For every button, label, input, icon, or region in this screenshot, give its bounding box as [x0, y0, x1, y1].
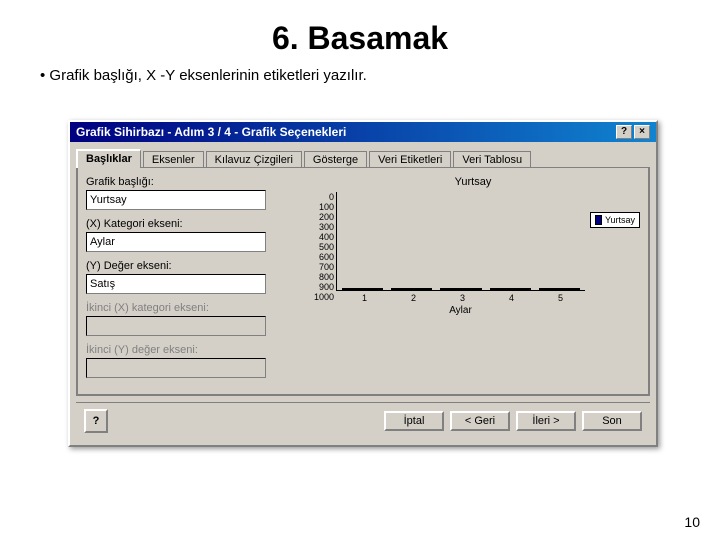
help-titlebar-button[interactable]: ?	[616, 125, 632, 139]
legend-label: Yurtsay	[605, 215, 635, 225]
bar-1	[342, 288, 383, 290]
bar-group-1	[342, 288, 383, 290]
chart-title-label: Grafik başlığı:	[86, 176, 296, 188]
next-button[interactable]: İleri >	[516, 411, 576, 431]
form-panel: Grafik başlığı: (X) Kategori ekseni: (Y)…	[86, 176, 640, 386]
chart-bars	[337, 192, 585, 290]
x-label-1: 1	[362, 293, 367, 303]
chart-outer: 1000 900 800 700 600 500 400 300 200 100	[306, 192, 640, 316]
x-label-2: 2	[411, 293, 416, 303]
tab-panel: Grafik başlığı: (X) Kategori ekseni: (Y)…	[76, 167, 650, 396]
cancel-button[interactable]: İptal	[384, 411, 444, 431]
help-button[interactable]: ?	[84, 409, 108, 433]
chart-preview: Yurtsay 1000 900 800 700 600 500	[306, 176, 640, 386]
back-button[interactable]: < Geri	[450, 411, 510, 431]
chart-preview-title: Yurtsay	[455, 176, 492, 188]
footer-left: ?	[84, 409, 108, 433]
chart-plot	[336, 192, 585, 291]
bar-group-4	[490, 288, 531, 290]
secondary-y-input[interactable]	[86, 358, 266, 378]
page-title: 6. Basamak	[0, 0, 720, 67]
chart-y-axis: 1000 900 800 700 600 500 400 300 200 100	[306, 192, 334, 316]
x-category-input[interactable]	[86, 232, 266, 252]
dialog-window: Grafik Sihirbazı - Adım 3 / 4 - Grafik S…	[68, 120, 658, 447]
finish-button[interactable]: Son	[582, 411, 642, 431]
chart-x-axis-label: Aylar	[336, 305, 585, 316]
legend-color-box	[595, 215, 602, 225]
chart-title-group: Grafik başlığı:	[86, 176, 296, 210]
dialog-content: Başlıklar Eksenler Kılavuz Çizgileri Gös…	[70, 142, 656, 445]
x-label-3: 3	[460, 293, 465, 303]
page-number: 10	[684, 514, 700, 530]
dialog-titlebar: Grafik Sihirbazı - Adım 3 / 4 - Grafik S…	[70, 122, 656, 142]
secondary-x-group: İkinci (X) kategori ekseni:	[86, 302, 296, 336]
bar-4	[490, 288, 531, 290]
bar-group-5	[539, 288, 580, 290]
footer-right: İptal < Geri İleri > Son	[384, 411, 642, 431]
tab-veri-etiketleri[interactable]: Veri Etiketleri	[369, 151, 451, 168]
x-category-group: (X) Kategori ekseni:	[86, 218, 296, 252]
secondary-y-group: İkinci (Y) değer ekseni:	[86, 344, 296, 378]
tab-eksenler[interactable]: Eksenler	[143, 151, 204, 168]
dialog-title-text: Grafik Sihirbazı - Adım 3 / 4 - Grafik S…	[76, 125, 346, 139]
chart-title-input[interactable]	[86, 190, 266, 210]
secondary-x-label: İkinci (X) kategori ekseni:	[86, 302, 296, 314]
x-label-5: 5	[558, 293, 563, 303]
chart-legend: Yurtsay	[590, 212, 640, 228]
dialog-footer: ? İptal < Geri İleri > Son	[76, 402, 650, 439]
bar-group-3	[440, 288, 481, 290]
tabs-row: Başlıklar Eksenler Kılavuz Çizgileri Gös…	[76, 148, 650, 167]
tab-gosterge[interactable]: Gösterge	[304, 151, 367, 168]
bar-group-2	[391, 288, 432, 290]
y-value-group: (Y) Değer ekseni:	[86, 260, 296, 294]
x-category-label: (X) Kategori ekseni:	[86, 218, 296, 230]
bar-3	[440, 288, 481, 290]
close-titlebar-button[interactable]: ×	[634, 125, 650, 139]
titlebar-buttons: ? ×	[616, 125, 650, 139]
tab-veri-tablosu[interactable]: Veri Tablosu	[453, 151, 531, 168]
tab-basliklar[interactable]: Başlıklar	[76, 149, 141, 168]
x-label-4: 4	[509, 293, 514, 303]
tab-kilavuz[interactable]: Kılavuz Çizgileri	[206, 151, 302, 168]
subtitle-text: Grafik başlığı, X -Y eksenlerinin etiket…	[0, 67, 720, 96]
form-left: Grafik başlığı: (X) Kategori ekseni: (Y)…	[86, 176, 296, 386]
bar-5	[539, 288, 580, 290]
bar-2	[391, 288, 432, 290]
y-value-label: (Y) Değer ekseni:	[86, 260, 296, 272]
secondary-x-input[interactable]	[86, 316, 266, 336]
y-value-input[interactable]	[86, 274, 266, 294]
secondary-y-label: İkinci (Y) değer ekseni:	[86, 344, 296, 356]
